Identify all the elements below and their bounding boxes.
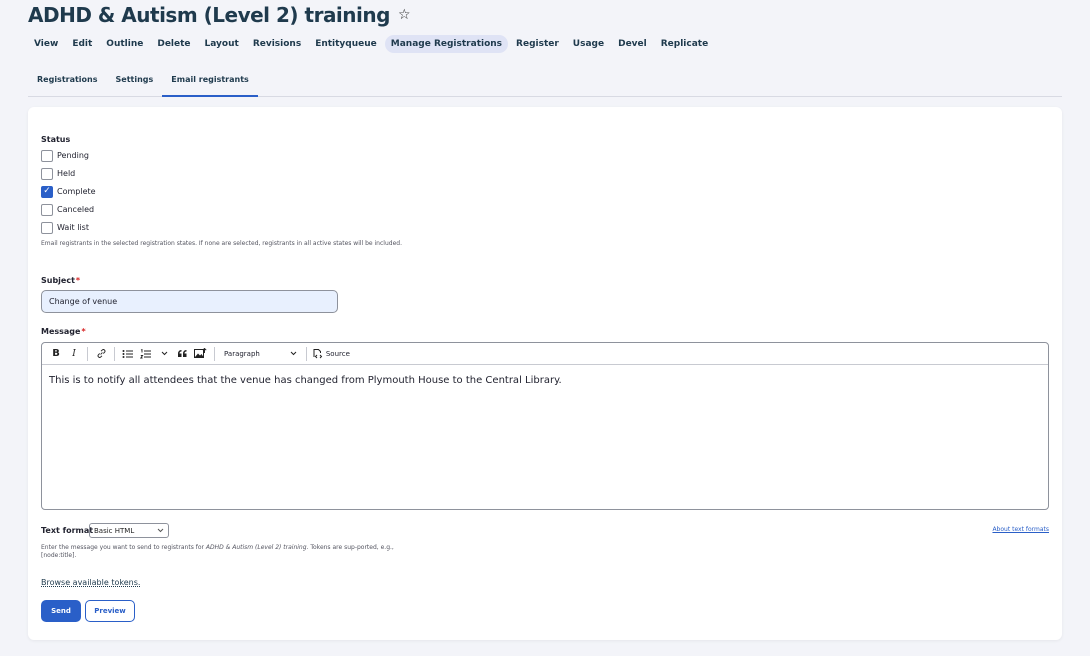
- status-complete[interactable]: ✓ Complete: [41, 185, 96, 198]
- numbered-list-icon[interactable]: [138, 346, 154, 362]
- heading-dropdown[interactable]: Paragraph: [220, 350, 301, 358]
- preview-button[interactable]: Preview: [85, 600, 135, 622]
- text-format-label: Text format: [41, 526, 94, 535]
- page-title: ADHD & Autism (Level 2) training ☆: [28, 3, 411, 27]
- status-label: Status: [41, 135, 71, 144]
- about-text-formats-link[interactable]: About text formats: [992, 526, 1049, 533]
- checkbox[interactable]: [41, 167, 53, 180]
- message-editor[interactable]: B I Paragraph Source This is to notify a…: [41, 342, 1049, 510]
- tab-edit[interactable]: Edit: [66, 35, 98, 53]
- primary-tabs: View Edit Outline Delete Layout Revision…: [28, 35, 714, 53]
- check-icon: ✓: [43, 186, 51, 196]
- browse-tokens-link[interactable]: Browse available tokens.: [41, 578, 140, 587]
- subject-label: Subject*: [41, 276, 80, 285]
- checkbox[interactable]: [41, 149, 53, 162]
- toolbar-divider: [305, 346, 307, 361]
- blockquote-icon[interactable]: [174, 346, 190, 362]
- bold-button[interactable]: B: [48, 346, 64, 362]
- status-wait-list[interactable]: Wait list: [41, 221, 89, 234]
- send-button[interactable]: Send: [41, 600, 81, 622]
- message-description-title: ADHD & Autism (Level 2) training: [205, 544, 307, 551]
- bulleted-list-icon[interactable]: [120, 346, 136, 362]
- tab-devel[interactable]: Devel: [612, 35, 653, 53]
- source-icon: [313, 349, 323, 359]
- checkbox[interactable]: [41, 221, 53, 234]
- message-label-text: Message: [41, 327, 81, 336]
- required-marker: *: [75, 276, 81, 285]
- status-option-label: Complete: [57, 187, 96, 196]
- page-title-text: ADHD & Autism (Level 2) training: [28, 3, 390, 27]
- subtab-settings[interactable]: Settings: [107, 66, 163, 97]
- subtab-registrations[interactable]: Registrations: [28, 66, 107, 97]
- checkbox[interactable]: [41, 203, 53, 216]
- tab-manage-registrations[interactable]: Manage Registrations: [384, 35, 509, 53]
- tab-replicate[interactable]: Replicate: [655, 35, 714, 53]
- editor-toolbar: B I Paragraph Source: [42, 343, 1048, 365]
- message-label: Message*: [41, 327, 86, 336]
- subtab-email-registrants[interactable]: Email registrants: [162, 66, 258, 97]
- message-body[interactable]: This is to notify all attendees that the…: [42, 365, 1048, 396]
- status-description: Email registrants in the selected regist…: [41, 240, 402, 247]
- status-option-label: Held: [57, 169, 76, 178]
- source-button[interactable]: Source: [312, 348, 350, 359]
- tab-view[interactable]: View: [28, 35, 64, 53]
- status-option-label: Pending: [57, 151, 89, 160]
- subject-label-text: Subject: [41, 276, 75, 285]
- text-format-value: Basic HTML: [94, 526, 135, 535]
- chevron-down-icon[interactable]: [156, 346, 172, 362]
- link-icon[interactable]: [93, 346, 109, 362]
- italic-button[interactable]: I: [66, 346, 82, 362]
- status-canceled[interactable]: Canceled: [41, 203, 94, 216]
- message-description-prefix: Enter the message you want to send to re…: [41, 544, 206, 551]
- text-format-select[interactable]: Basic HTML: [89, 523, 169, 538]
- tab-layout[interactable]: Layout: [199, 35, 245, 53]
- status-option-label: Wait list: [57, 223, 89, 232]
- tab-revisions[interactable]: Revisions: [247, 35, 307, 53]
- toolbar-divider: [214, 346, 215, 361]
- tab-delete[interactable]: Delete: [151, 35, 196, 53]
- tab-register[interactable]: Register: [510, 35, 565, 53]
- required-marker: *: [81, 327, 86, 336]
- checkbox-checked[interactable]: ✓: [41, 185, 53, 198]
- email-form-panel: Status Pending Held ✓ Complete Canceled …: [28, 107, 1062, 640]
- tab-usage[interactable]: Usage: [567, 35, 610, 53]
- message-description: Enter the message you want to send to re…: [41, 544, 401, 560]
- toolbar-divider: [87, 346, 88, 361]
- chevron-down-icon: [157, 528, 164, 533]
- subject-input[interactable]: Change of venue: [41, 290, 338, 313]
- tab-entityqueue[interactable]: Entityqueue: [309, 35, 383, 53]
- status-option-label: Canceled: [57, 205, 95, 214]
- insert-image-icon[interactable]: [192, 346, 209, 362]
- chevron-down-icon: [290, 351, 297, 356]
- status-pending[interactable]: Pending: [41, 149, 89, 162]
- toolbar-divider: [114, 346, 115, 361]
- star-icon[interactable]: ☆: [398, 7, 411, 23]
- status-held[interactable]: Held: [41, 167, 75, 180]
- heading-dropdown-label: Paragraph: [224, 349, 260, 358]
- tab-outline[interactable]: Outline: [100, 35, 149, 53]
- secondary-tabs: Registrations Settings Email registrants: [28, 66, 1062, 97]
- source-label: Source: [325, 349, 350, 358]
